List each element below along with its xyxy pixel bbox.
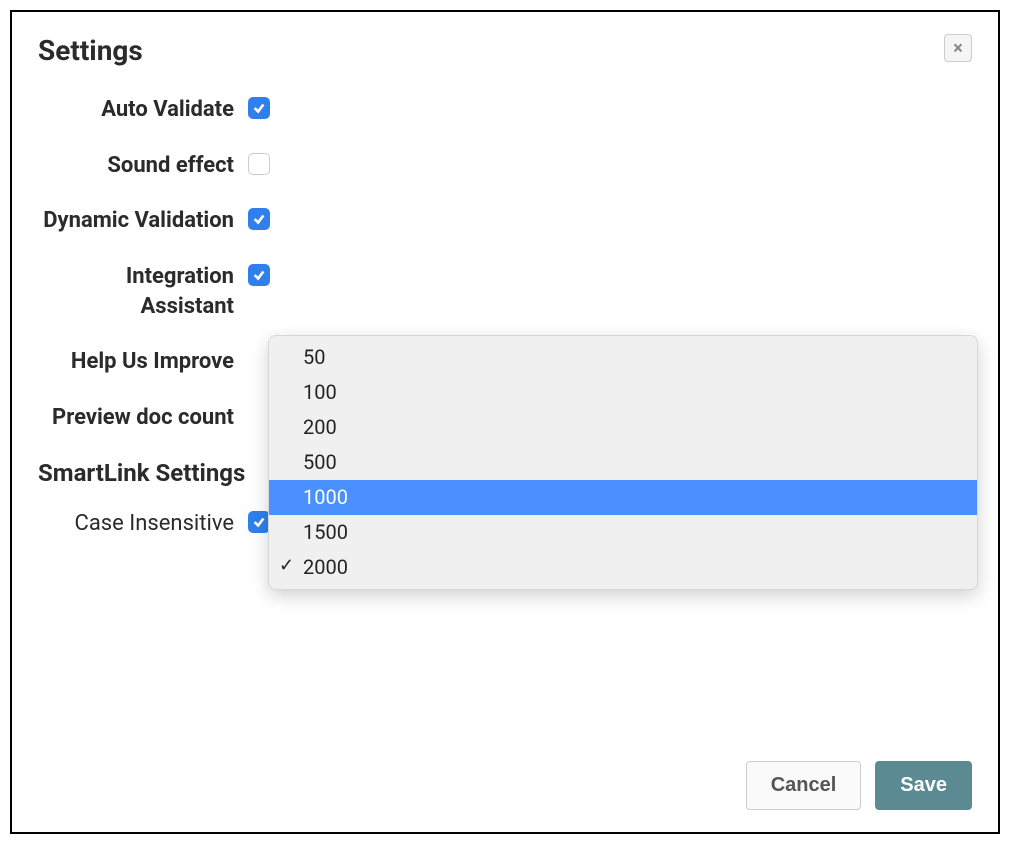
dropdown-option[interactable]: 200 — [269, 410, 977, 445]
control-sound-effect — [248, 151, 270, 179]
label-case-insensitive: Case Insensitive — [38, 509, 248, 539]
dropdown-option-label: 200 — [303, 415, 337, 439]
cancel-button[interactable]: Cancel — [746, 761, 862, 810]
label-help-us-improve: Help Us Improve — [38, 347, 248, 377]
check-icon — [252, 268, 266, 282]
modal-header: Settings × — [38, 34, 972, 67]
checkbox-dynamic-validation[interactable] — [248, 208, 270, 230]
control-case-insensitive — [248, 509, 270, 533]
close-icon: × — [953, 38, 963, 59]
dropdown-option[interactable]: 1000 — [269, 480, 977, 515]
label-integration-assistant: Integration Assistant — [38, 262, 248, 321]
label-auto-validate: Auto Validate — [38, 95, 248, 125]
row-integration-assistant: Integration Assistant — [38, 262, 972, 321]
checkbox-auto-validate[interactable] — [248, 97, 270, 119]
label-preview-doc-count: Preview doc count — [38, 403, 248, 433]
dropdown-option-label: 1000 — [303, 485, 348, 509]
settings-body: Auto Validate Sound effect Dynamic Valid… — [38, 95, 972, 539]
check-icon — [252, 212, 266, 226]
check-icon — [252, 515, 266, 529]
check-icon — [252, 101, 266, 115]
checkbox-integration-assistant[interactable] — [248, 264, 270, 286]
control-integration-assistant — [248, 262, 270, 286]
settings-modal: Settings × Auto Validate Sound effect Dy… — [10, 10, 1000, 834]
label-dynamic-validation: Dynamic Validation — [38, 206, 248, 236]
dropdown-option[interactable]: 1500 — [269, 515, 977, 550]
label-sound-effect: Sound effect — [38, 151, 248, 181]
modal-footer: Cancel Save — [746, 761, 972, 810]
dropdown-option-label: 100 — [303, 380, 337, 404]
dropdown-option[interactable]: 500 — [269, 445, 977, 480]
dropdown-option[interactable]: ✓ 2000 — [269, 550, 977, 585]
dropdown-option[interactable]: 50 — [269, 340, 977, 375]
check-icon: ✓ — [279, 554, 294, 578]
dropdown-option-label: 50 — [303, 345, 325, 369]
dropdown-option-label: 1500 — [303, 520, 348, 544]
control-dynamic-validation — [248, 206, 270, 230]
dropdown-option-label: 2000 — [303, 555, 348, 579]
row-sound-effect: Sound effect — [38, 151, 972, 181]
control-auto-validate — [248, 95, 270, 119]
row-auto-validate: Auto Validate — [38, 95, 972, 125]
row-dynamic-validation: Dynamic Validation — [38, 206, 972, 236]
save-button[interactable]: Save — [875, 761, 972, 810]
checkbox-sound-effect[interactable] — [248, 153, 270, 175]
preview-doc-count-dropdown[interactable]: 50 100 200 500 1000 1500 ✓ 2000 — [268, 335, 978, 590]
close-button[interactable]: × — [944, 34, 972, 62]
dropdown-option-label: 500 — [303, 450, 337, 474]
checkbox-case-insensitive[interactable] — [248, 511, 270, 533]
modal-title: Settings — [38, 34, 143, 67]
dropdown-option[interactable]: 100 — [269, 375, 977, 410]
